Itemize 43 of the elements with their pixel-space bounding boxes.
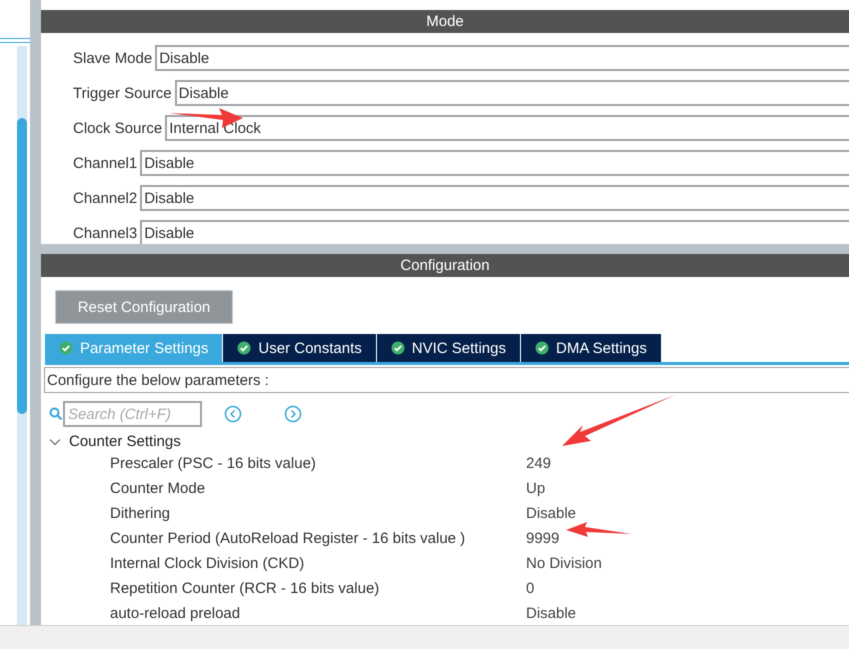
check-circle-icon [535,341,549,355]
field-label: Channel1 [73,154,138,172]
parameter-value[interactable]: Disable [526,605,576,622]
search-icon [49,407,63,421]
parameter-name: Counter Mode [110,480,206,497]
scrollbar-thumb[interactable] [17,118,27,414]
dropdown-field[interactable]: Disable [174,80,849,106]
parameter-value[interactable]: Disable [526,505,576,522]
parameter-name: Counter Period (AutoReload Register - 16 bits value ) [110,530,466,547]
dropdown-field[interactable]: Disable [140,185,849,211]
tab[interactable]: User Constants [223,334,377,362]
tab[interactable]: NVIC Settings [376,334,521,362]
parameter-name: Dithering [110,505,172,522]
check-circle-icon [390,341,405,355]
group-label: Counter Settings [69,433,181,450]
field-label: Slave Mode [73,50,152,66]
arrow-drawing [566,522,632,537]
parameter-value[interactable]: No Division [526,555,602,572]
check-circle-icon [59,341,73,355]
section-header: Mode [41,10,849,33]
dropdown-field[interactable]: Disable [155,45,849,71]
field-label: Channel3 [73,224,138,242]
parameter-name: Prescaler (PSC - 16 bits value) [110,455,317,472]
parameter-name: Repetition Counter (RCR - 16 bits value) [110,580,380,597]
section-header: Configuration [41,254,849,277]
chevron-icon[interactable] [49,438,61,446]
field-label: Clock Source [73,120,162,136]
parameter-value[interactable]: 0 [526,580,534,597]
search-field[interactable]: Search (Ctrl+F) [63,401,202,427]
dropdown-field[interactable]: Disable [140,220,849,244]
previous-icon[interactable] [224,405,242,423]
check-circle-icon [237,341,252,355]
parameter-name: Internal Clock Division (CKD) [110,555,306,572]
field-label: Trigger Source [73,84,172,102]
parameter-value[interactable]: 249 [526,455,552,472]
dropdown-field[interactable]: Disable [140,150,849,176]
parameter-name: auto-reload preload [110,605,242,622]
parameter-value[interactable]: Up [526,480,546,497]
description-text: Configure the below parameters : [44,367,849,393]
parameter-value[interactable]: 9999 [526,530,560,547]
tab[interactable]: DMA Settings [521,334,662,362]
next-icon[interactable] [284,405,302,423]
field-label: Channel2 [73,190,138,206]
